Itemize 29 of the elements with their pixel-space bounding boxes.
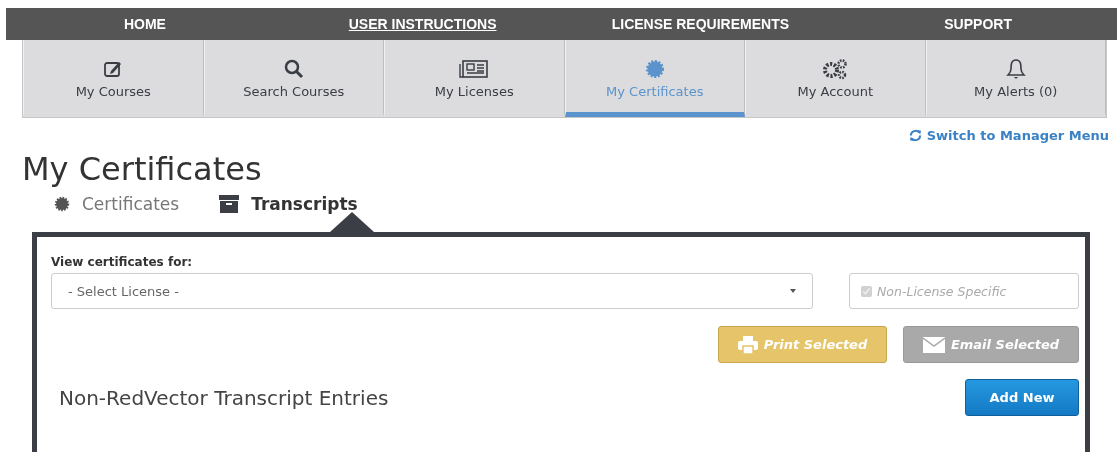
refresh-icon	[908, 128, 922, 142]
sub-tab[interactable]: Certificates	[54, 192, 180, 217]
nav-tab[interactable]: My Account	[745, 40, 926, 117]
badge-icon	[644, 59, 665, 79]
nav-tab[interactable]: My Licenses	[384, 40, 565, 117]
section-title: Non-RedVector Transcript Entries	[59, 385, 389, 410]
nav-tab[interactable]: My Courses	[23, 40, 204, 117]
edit-icon	[103, 59, 124, 79]
badge-icon	[54, 196, 70, 213]
nav-tab[interactable]: My Alerts (0)	[925, 40, 1106, 117]
printer-icon	[737, 335, 758, 354]
bell-icon	[1005, 58, 1026, 80]
filter-label: View certificates for:	[51, 255, 194, 270]
envelope-icon	[922, 336, 945, 353]
archive-box-icon	[219, 195, 240, 214]
top-nav-link[interactable]: HOME	[123, 16, 166, 32]
gears-icon	[822, 58, 849, 80]
top-nav-link[interactable]: USER INSTRUCTIONS	[348, 16, 497, 32]
add-new-button[interactable]: Add New	[965, 379, 1079, 417]
top-nav-link[interactable]: SUPPORT	[944, 16, 1012, 32]
switch-menu-link[interactable]: Switch to Manager Menu	[908, 124, 1109, 146]
top-nav-link[interactable]: LICENSE REQUIREMENTS	[611, 16, 790, 32]
license-dropdown[interactable]: - Select License -	[51, 273, 813, 310]
id-card-icon	[459, 59, 490, 79]
nav-tab[interactable]: Search Courses	[203, 40, 384, 117]
search-icon	[283, 59, 304, 79]
sub-tab[interactable]: Transcripts	[219, 192, 358, 217]
page-title: My Certificates	[22, 150, 263, 189]
caret-icon	[790, 289, 796, 294]
